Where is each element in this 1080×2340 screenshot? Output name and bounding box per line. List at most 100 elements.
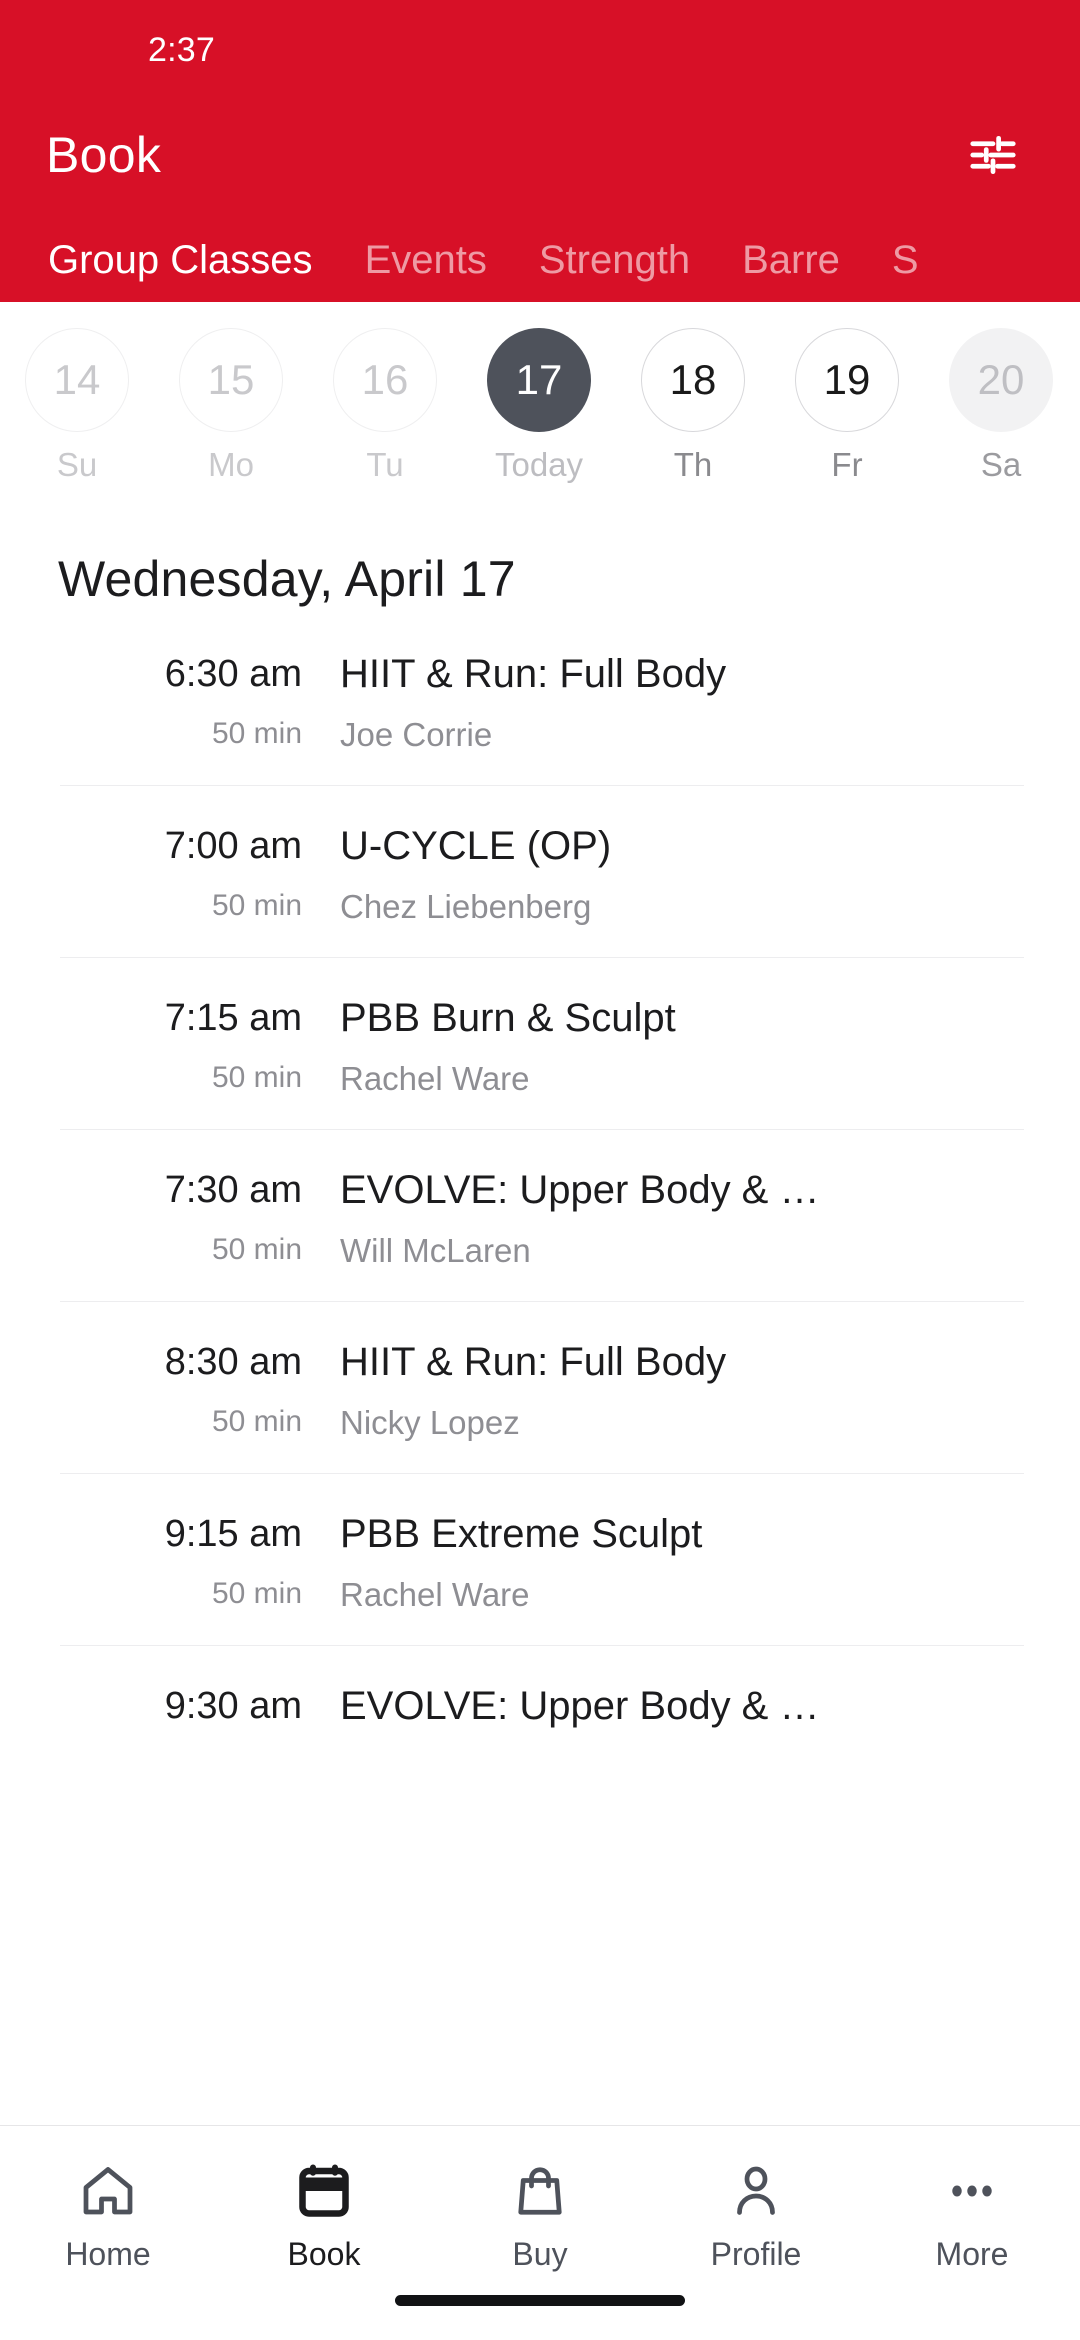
nav-label: Book bbox=[287, 2236, 361, 2272]
nav-label: Profile bbox=[710, 2236, 802, 2272]
tab-events[interactable]: Events bbox=[339, 240, 513, 302]
class-info-column: PBB Burn & Sculpt Rachel Ware bbox=[340, 992, 984, 1095]
class-instructor: Rachel Ware bbox=[340, 1060, 530, 1097]
class-name: U-CYCLE (OP) bbox=[340, 824, 612, 868]
home-icon bbox=[78, 2154, 138, 2228]
class-info-column: HIIT & Run: Full Body Nicky Lopez bbox=[340, 1336, 984, 1439]
class-time: 9:30 am bbox=[164, 1685, 302, 1727]
class-name: HIIT & Run: Full Body bbox=[340, 652, 727, 696]
class-time-column: 9:15 am 50 min bbox=[60, 1508, 340, 1609]
class-duration: 50 min bbox=[211, 1232, 302, 1266]
class-time: 6:30 am bbox=[164, 653, 302, 695]
date-item-14[interactable]: 14 Su bbox=[0, 328, 154, 481]
class-time: 9:15 am bbox=[164, 1513, 302, 1555]
class-name: EVOLVE: Upper Body & … bbox=[340, 1168, 820, 1212]
class-instructor: Will McLaren bbox=[340, 1232, 531, 1269]
calendar-icon bbox=[294, 2154, 354, 2228]
nav-label: Home bbox=[65, 2236, 151, 2272]
bottom-navigation[interactable]: Home Book Buy Profile More bbox=[0, 2125, 1080, 2340]
date-weekday: Su bbox=[56, 446, 98, 483]
date-number: 16 bbox=[333, 328, 437, 432]
class-duration: 50 min bbox=[211, 1576, 302, 1610]
tab-strength[interactable]: Strength bbox=[513, 240, 716, 302]
class-info-column: HIIT & Run: Full Body Joe Corrie bbox=[340, 648, 984, 751]
class-time: 7:15 am bbox=[164, 997, 302, 1039]
date-item-18[interactable]: 18 Th bbox=[616, 328, 770, 481]
date-number: 20 bbox=[949, 328, 1053, 432]
date-item-19[interactable]: 19 Fr bbox=[770, 328, 924, 481]
ellipsis-icon bbox=[942, 2154, 1002, 2228]
class-instructor: Nicky Lopez bbox=[340, 1404, 520, 1441]
title-bar: Book bbox=[0, 100, 1080, 210]
tab-group-classes[interactable]: Group Classes bbox=[22, 240, 339, 302]
class-info-column: U-CYCLE (OP) Chez Liebenberg bbox=[340, 820, 984, 923]
class-row[interactable]: 7:15 am 50 min PBB Burn & Sculpt Rachel … bbox=[60, 957, 1024, 1129]
class-duration: 50 min bbox=[211, 716, 302, 750]
date-number: 14 bbox=[25, 328, 129, 432]
person-icon bbox=[726, 2154, 786, 2228]
class-info-column: EVOLVE: Upper Body & … bbox=[340, 1680, 984, 1750]
date-weekday: Fr bbox=[831, 446, 863, 483]
date-item-16[interactable]: 16 Tu bbox=[308, 328, 462, 481]
class-row[interactable]: 9:30 am EVOLVE: Upper Body & … bbox=[60, 1645, 1024, 1785]
date-number: 19 bbox=[795, 328, 899, 432]
date-weekday: Mo bbox=[208, 446, 254, 483]
class-time: 7:30 am bbox=[164, 1169, 302, 1211]
class-name: HIIT & Run: Full Body bbox=[340, 1340, 727, 1384]
class-duration: 50 min bbox=[211, 1404, 302, 1438]
class-info-column: EVOLVE: Upper Body & … Will McLaren bbox=[340, 1164, 984, 1267]
class-row[interactable]: 6:30 am 50 min HIIT & Run: Full Body Joe… bbox=[60, 638, 1024, 785]
nav-item-home[interactable]: Home bbox=[0, 2154, 216, 2270]
class-duration: 50 min bbox=[211, 1060, 302, 1094]
class-row[interactable]: 8:30 am 50 min HIIT & Run: Full Body Nic… bbox=[60, 1301, 1024, 1473]
class-time-column: 7:00 am 50 min bbox=[60, 820, 340, 921]
date-weekday: Th bbox=[673, 446, 713, 483]
date-item-17-today[interactable]: 17 Today bbox=[462, 328, 616, 481]
class-name: EVOLVE: Upper Body & … bbox=[340, 1684, 820, 1728]
date-number: 15 bbox=[179, 328, 283, 432]
class-time-column: 8:30 am 50 min bbox=[60, 1336, 340, 1437]
date-number: 17 bbox=[487, 328, 591, 432]
date-item-15[interactable]: 15 Mo bbox=[154, 328, 308, 481]
home-indicator[interactable] bbox=[395, 2295, 685, 2306]
class-instructor: Joe Corrie bbox=[340, 716, 493, 753]
class-row[interactable]: 9:15 am 50 min PBB Extreme Sculpt Rachel… bbox=[60, 1473, 1024, 1645]
nav-item-more[interactable]: More bbox=[864, 2154, 1080, 2270]
date-number: 18 bbox=[641, 328, 745, 432]
class-time: 8:30 am bbox=[164, 1341, 302, 1383]
nav-item-profile[interactable]: Profile bbox=[648, 2154, 864, 2270]
class-duration: 50 min bbox=[211, 888, 302, 922]
category-tabs[interactable]: Group Classes Events Strength Barre S bbox=[0, 210, 1080, 302]
nav-label: More bbox=[935, 2236, 1009, 2272]
class-time-column: 7:30 am 50 min bbox=[60, 1164, 340, 1265]
date-weekday: Tu bbox=[366, 446, 404, 483]
status-bar: 2:37 bbox=[0, 0, 1080, 100]
nav-label: Buy bbox=[512, 2236, 568, 2272]
tab-partial-next[interactable]: S bbox=[866, 240, 945, 302]
nav-item-book[interactable]: Book bbox=[216, 2154, 432, 2270]
class-row[interactable]: 7:00 am 50 min U-CYCLE (OP) Chez Liebenb… bbox=[60, 785, 1024, 957]
class-instructor: Rachel Ware bbox=[340, 1576, 530, 1613]
class-list[interactable]: Wednesday, April 17 6:30 am 50 min HIIT … bbox=[0, 502, 1080, 2125]
date-weekday: Today bbox=[494, 446, 584, 483]
tune-icon[interactable] bbox=[958, 120, 1028, 190]
class-time-column: 9:30 am bbox=[60, 1680, 340, 1751]
class-info-column: PBB Extreme Sculpt Rachel Ware bbox=[340, 1508, 984, 1611]
day-heading: Wednesday, April 17 bbox=[58, 551, 516, 607]
class-row[interactable]: 7:30 am 50 min EVOLVE: Upper Body & … Wi… bbox=[60, 1129, 1024, 1301]
class-name: PBB Extreme Sculpt bbox=[340, 1512, 703, 1556]
date-strip[interactable]: 14 Su 15 Mo 16 Tu 17 Today 18 Th 19 Fr 2… bbox=[0, 302, 1080, 502]
date-item-20[interactable]: 20 Sa bbox=[924, 328, 1078, 481]
class-time: 7:00 am bbox=[164, 825, 302, 867]
status-bar-clock: 2:37 bbox=[148, 30, 215, 69]
page-title: Book bbox=[46, 127, 162, 183]
class-instructor: Chez Liebenberg bbox=[340, 888, 592, 925]
class-time-column: 7:15 am 50 min bbox=[60, 992, 340, 1093]
nav-item-buy[interactable]: Buy bbox=[432, 2154, 648, 2270]
shopping-bag-icon bbox=[510, 2154, 570, 2228]
app-root: 2:37 Book Group Classes Events Strength … bbox=[0, 0, 1080, 2340]
class-time-column: 6:30 am 50 min bbox=[60, 648, 340, 749]
date-weekday: Sa bbox=[980, 446, 1022, 483]
class-name: PBB Burn & Sculpt bbox=[340, 996, 676, 1040]
tab-barre[interactable]: Barre bbox=[716, 240, 866, 302]
